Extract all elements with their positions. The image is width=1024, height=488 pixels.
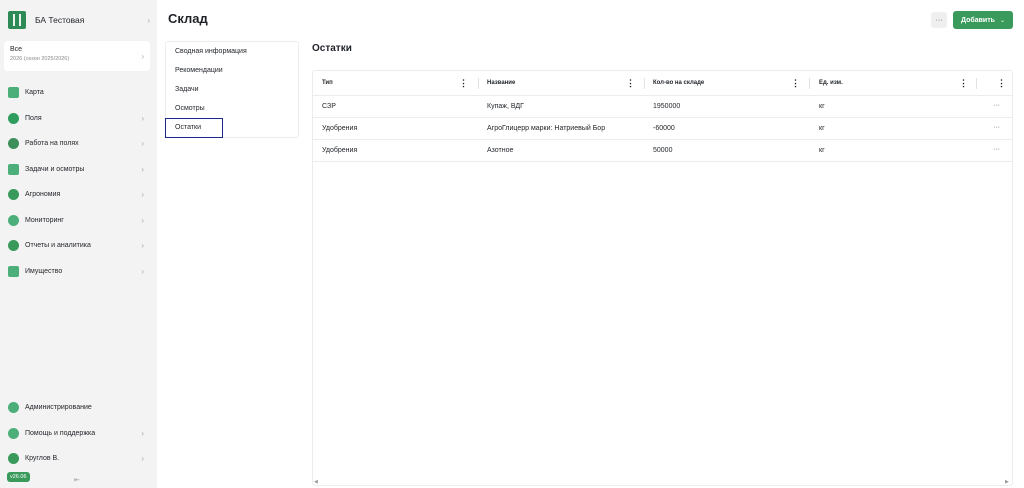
cell-quantity: -60000 xyxy=(653,125,675,132)
column-divider[interactable] xyxy=(809,78,810,89)
column-header-name[interactable]: Название xyxy=(487,71,515,96)
help-icon xyxy=(8,427,19,439)
column-header-quantity[interactable]: Кол-во на складе xyxy=(653,71,704,96)
table-row[interactable]: СЗР Купаж, ВДГ 1950000 кг ··· xyxy=(313,96,1012,118)
season-title: Все xyxy=(10,46,23,53)
sidebar-item-label: Задачи и осмотры xyxy=(25,165,85,173)
column-header-type[interactable]: Тип xyxy=(322,71,333,96)
sidebar-item-tasks[interactable]: Задачи и осмотры › xyxy=(8,161,150,177)
row-actions-icon[interactable]: ··· xyxy=(993,96,1000,118)
active-subnav-highlight xyxy=(165,118,223,138)
subnav-item-summary[interactable]: Сводная информация xyxy=(175,48,247,55)
sidebar-item-label: Поля xyxy=(25,114,42,122)
cell-type: СЗР xyxy=(322,103,336,110)
sidebar-item-property[interactable]: Имущество › xyxy=(8,263,150,279)
section-title: Остатки xyxy=(312,43,352,54)
chevron-right-icon: › xyxy=(141,453,144,463)
cell-name: АгроГлицерр марки: Натриевый Бор xyxy=(487,125,606,132)
chevron-down-icon: ⌄ xyxy=(999,17,1005,24)
sidebar-item-label: Отчеты и аналитика xyxy=(25,241,91,249)
chevron-right-icon: › xyxy=(141,189,144,199)
table-settings-icon[interactable]: ⋮ xyxy=(997,78,1006,88)
sidebar-item-admin[interactable]: Администрирование xyxy=(8,399,150,415)
chevron-right-icon: › xyxy=(141,240,144,250)
sidebar-item-agronomy[interactable]: Агрономия › xyxy=(8,186,150,202)
leaf-icon xyxy=(8,188,19,200)
chevron-right-icon: › xyxy=(141,52,144,61)
column-header-unit[interactable]: Ед. изм. xyxy=(819,71,843,96)
clipboard-icon xyxy=(8,163,19,175)
chevron-right-icon: › xyxy=(141,215,144,225)
cell-quantity: 50000 xyxy=(653,147,673,154)
collapse-sidebar-icon[interactable]: ⇤ xyxy=(74,476,80,484)
stock-table: Тип ⋮ Название ⋮ Кол-во на складе ⋮ Ед. … xyxy=(312,70,1013,486)
user-avatar-icon xyxy=(8,452,19,464)
cell-type: Удобрения xyxy=(322,147,358,154)
sidebar-item-label: Мониторинг xyxy=(25,216,64,224)
row-actions-icon[interactable]: ··· xyxy=(993,118,1000,140)
column-divider[interactable] xyxy=(644,78,645,89)
sidebar-item-label: Работа на полях xyxy=(25,139,79,147)
cell-unit: кг xyxy=(819,125,825,132)
scroll-left-arrow-icon[interactable]: ◀ xyxy=(314,479,318,485)
org-switcher[interactable]: БА Тестовая › xyxy=(8,10,150,30)
sidebar-item-label: Агрономия xyxy=(25,190,61,198)
column-menu-icon[interactable]: ⋮ xyxy=(626,78,635,88)
column-menu-icon[interactable]: ⋮ xyxy=(459,78,468,88)
column-menu-icon[interactable]: ⋮ xyxy=(959,78,968,88)
monitoring-icon xyxy=(8,214,19,226)
column-divider[interactable] xyxy=(976,78,977,89)
cell-name: Азотное xyxy=(487,147,514,154)
sidebar-item-reports[interactable]: Отчеты и аналитика › xyxy=(8,237,150,253)
chevron-right-icon: › xyxy=(141,113,144,123)
column-divider[interactable] xyxy=(478,78,479,89)
page-title: Склад xyxy=(168,11,208,26)
table-header: Тип ⋮ Название ⋮ Кол-во на складе ⋮ Ед. … xyxy=(313,71,1012,96)
scroll-right-arrow-icon[interactable]: ▶ xyxy=(1005,479,1009,485)
app-logo-icon xyxy=(8,11,26,29)
chart-pie-icon xyxy=(8,239,19,251)
sidebar-item-user[interactable]: Круглов В. › xyxy=(8,450,150,466)
sidebar-item-help[interactable]: Помощь и поддержка › xyxy=(8,425,150,441)
cell-unit: кг xyxy=(819,147,825,154)
row-actions-icon[interactable]: ··· xyxy=(993,140,1000,162)
fields-icon xyxy=(8,112,19,124)
table-row[interactable]: Удобрения АгроГлицерр марки: Натриевый Б… xyxy=(313,118,1012,140)
cell-unit: кг xyxy=(819,103,825,110)
column-menu-icon[interactable]: ⋮ xyxy=(791,78,800,88)
version-badge: v26.06 xyxy=(7,472,30,482)
more-actions-button[interactable]: ··· xyxy=(931,12,947,28)
sidebar-item-label: Помощь и поддержка xyxy=(25,429,96,437)
cell-type: Удобрения xyxy=(322,125,358,132)
chevron-right-icon: › xyxy=(141,266,144,276)
sidebar-item-fields[interactable]: Поля › xyxy=(8,110,150,126)
table-row[interactable]: Удобрения Азотное 50000 кг ··· xyxy=(313,140,1012,162)
sidebar-item-field-work[interactable]: Работа на полях › xyxy=(8,135,150,151)
subnav-item-recommendations[interactable]: Рекомендации xyxy=(175,67,223,74)
season-selector[interactable]: Все 2026 (сезон 2025/2026) › xyxy=(4,41,150,71)
tractor-icon xyxy=(8,137,19,149)
sidebar: БА Тестовая › Все 2026 (сезон 2025/2026)… xyxy=(0,0,157,488)
cell-quantity: 1950000 xyxy=(653,103,681,110)
subnav-item-inspections[interactable]: Осмотры xyxy=(175,105,205,112)
chevron-right-icon: › xyxy=(147,15,150,25)
chevron-right-icon: › xyxy=(141,428,144,438)
chevron-right-icon: › xyxy=(141,164,144,174)
admin-icon xyxy=(8,401,19,413)
cell-name: Купаж, ВДГ xyxy=(487,103,524,110)
sidebar-item-label: Карта xyxy=(25,88,44,96)
chevron-right-icon: › xyxy=(141,138,144,148)
sidebar-item-map[interactable]: Карта xyxy=(8,84,150,100)
sidebar-item-label: Администрирование xyxy=(25,403,92,411)
subnav-item-tasks[interactable]: Задачи xyxy=(175,86,199,93)
add-button-label: Добавить xyxy=(961,16,995,24)
add-button[interactable]: Добавить ⌄ xyxy=(953,11,1013,29)
warehouse-icon xyxy=(8,265,19,277)
sidebar-item-monitoring[interactable]: Мониторинг › xyxy=(8,212,150,228)
org-name: БА Тестовая xyxy=(35,15,85,25)
sidebar-item-label: Круглов В. xyxy=(25,454,60,462)
map-icon xyxy=(8,86,19,98)
sidebar-item-label: Имущество xyxy=(25,267,63,275)
season-subtitle: 2026 (сезон 2025/2026) xyxy=(10,56,70,62)
